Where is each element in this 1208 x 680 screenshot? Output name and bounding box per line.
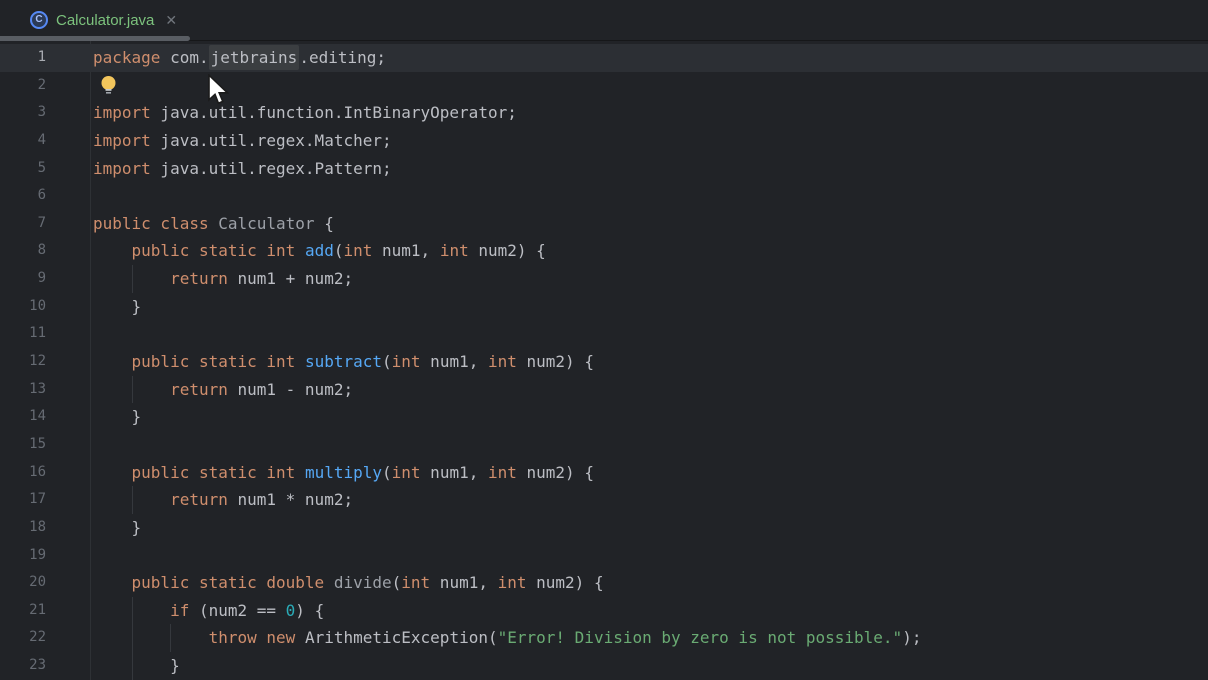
tab-title: Calculator.java: [56, 12, 154, 29]
line-code: public static int multiply(int num1, int…: [93, 459, 594, 487]
line-number[interactable]: 11: [0, 320, 46, 348]
line-code: }: [93, 652, 180, 680]
line-code: if (num2 == 0) {: [93, 597, 324, 625]
indent-guide: [132, 265, 133, 293]
tab-calculator-java[interactable]: C Calculator.java ✕: [0, 0, 190, 40]
code-line[interactable]: 22 throw new ArithmeticException("Error!…: [0, 624, 1208, 652]
line-number[interactable]: 23: [0, 652, 46, 680]
line-number[interactable]: 16: [0, 459, 46, 487]
code-line[interactable]: 10 }: [0, 293, 1208, 321]
line-number[interactable]: 7: [0, 210, 46, 238]
indent-guide: [170, 624, 171, 652]
line-number[interactable]: 4: [0, 127, 46, 155]
line-code: }: [93, 293, 141, 321]
code-line[interactable]: 23 }: [0, 652, 1208, 680]
code-line[interactable]: 13 return num1 - num2;: [0, 376, 1208, 404]
line-number[interactable]: 13: [0, 376, 46, 404]
indent-guide: [132, 652, 133, 680]
code-line[interactable]: 5 import java.util.regex.Pattern;: [0, 155, 1208, 183]
line-number[interactable]: 19: [0, 542, 46, 570]
line-code: }: [93, 514, 141, 542]
code-editor[interactable]: 1 package com.jetbrains.editing; 23 import …: [0, 41, 1208, 680]
line-code: public static int add(int num1, int num2…: [93, 237, 546, 265]
line-code: throw new ArithmeticException("Error! Di…: [93, 624, 921, 652]
highlighted-identifier: jetbrains: [209, 45, 300, 70]
line-code: import java.util.regex.Pattern;: [93, 155, 392, 183]
close-tab-icon[interactable]: ✕: [165, 12, 177, 29]
line-code: package com.jetbrains.editing;: [93, 44, 386, 72]
line-number[interactable]: 9: [0, 265, 46, 293]
java-class-icon: C: [30, 11, 48, 29]
line-number[interactable]: 1: [0, 44, 46, 72]
line-number[interactable]: 18: [0, 514, 46, 542]
line-code: import java.util.function.IntBinaryOpera…: [93, 99, 517, 127]
code-line[interactable]: 14 }: [0, 403, 1208, 431]
code-line[interactable]: 17 return num1 * num2;: [0, 486, 1208, 514]
code-line[interactable]: 7 public class Calculator {: [0, 210, 1208, 238]
editor-tab-bar: C Calculator.java ✕: [0, 0, 1208, 41]
line-number[interactable]: 2: [0, 72, 46, 100]
line-number[interactable]: 22: [0, 624, 46, 652]
line-number[interactable]: 5: [0, 155, 46, 183]
code-line[interactable]: 1 package com.jetbrains.editing;: [0, 44, 1208, 72]
code-line[interactable]: 16 public static int multiply(int num1, …: [0, 459, 1208, 487]
indent-guide: [132, 597, 133, 625]
ide-window: C Calculator.java ✕ 1 package com.jetbrai…: [0, 0, 1208, 680]
code-line[interactable]: 21 if (num2 == 0) {: [0, 597, 1208, 625]
code-line[interactable]: 3 import java.util.function.IntBinaryOper…: [0, 99, 1208, 127]
line-number[interactable]: 8: [0, 237, 46, 265]
code-line[interactable]: 9 return num1 + num2;: [0, 265, 1208, 293]
line-number[interactable]: 12: [0, 348, 46, 376]
line-number[interactable]: 10: [0, 293, 46, 321]
code-line[interactable]: 8 public static int add(int num1, int nu…: [0, 237, 1208, 265]
code-line[interactable]: 12 public static int subtract(int num1, …: [0, 348, 1208, 376]
line-number[interactable]: 14: [0, 403, 46, 431]
line-code: import java.util.regex.Matcher;: [93, 127, 392, 155]
line-code: }: [93, 403, 141, 431]
code-line[interactable]: 20 public static double divide(int num1,…: [0, 569, 1208, 597]
indent-guide: [132, 486, 133, 514]
line-number[interactable]: 6: [0, 182, 46, 210]
indent-guide: [132, 624, 133, 652]
intention-bulb-icon[interactable]: [100, 75, 117, 97]
code-line[interactable]: 19: [0, 542, 1208, 570]
indent-guide: [132, 376, 133, 404]
line-number[interactable]: 21: [0, 597, 46, 625]
code-line[interactable]: 2: [0, 72, 1208, 100]
code-line[interactable]: 11: [0, 320, 1208, 348]
line-number[interactable]: 3: [0, 99, 46, 127]
line-code: public class Calculator {: [93, 210, 334, 238]
line-number[interactable]: 17: [0, 486, 46, 514]
line-code: public static int subtract(int num1, int…: [93, 348, 594, 376]
code-line[interactable]: 6: [0, 182, 1208, 210]
line-number[interactable]: 20: [0, 569, 46, 597]
line-number[interactable]: 15: [0, 431, 46, 459]
line-code: public static double divide(int num1, in…: [93, 569, 604, 597]
code-line[interactable]: 18 }: [0, 514, 1208, 542]
code-line[interactable]: 4 import java.util.regex.Matcher;: [0, 127, 1208, 155]
code-line[interactable]: 15: [0, 431, 1208, 459]
